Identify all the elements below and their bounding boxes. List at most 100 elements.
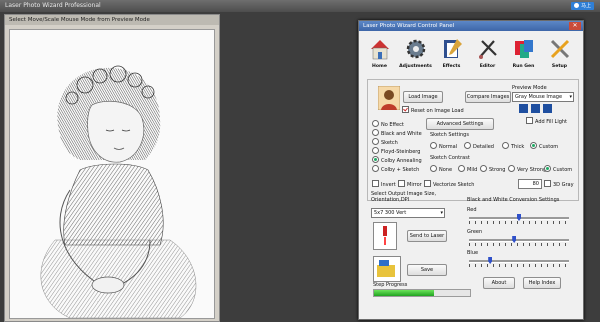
toolbar-home[interactable]: Home <box>363 35 396 75</box>
checkbox-box <box>402 106 409 113</box>
radio-dot <box>544 165 551 172</box>
checkbox-box <box>424 180 431 187</box>
effect-option[interactable]: No Effect <box>372 120 404 128</box>
effect-label: Floyd-Steinberg <box>381 149 421 155</box>
sketch-option-label: Custom <box>539 144 559 150</box>
preview-canvas[interactable] <box>9 29 215 319</box>
blue-slider[interactable] <box>469 257 569 267</box>
effect-label: No Effect <box>381 122 404 128</box>
effect-label: Black and White <box>381 131 422 137</box>
toolbar-run-gen[interactable]: Run Gen <box>507 35 540 75</box>
step-progress-bar <box>373 289 471 297</box>
red-label: Red <box>467 207 477 213</box>
effects-icon <box>443 39 462 58</box>
radio-dot <box>372 165 379 172</box>
radio-dot <box>430 165 437 172</box>
contrast-option[interactable]: Very Strong <box>508 165 546 173</box>
add-fill-light-label: Add Fill Light <box>535 119 568 125</box>
books-icon <box>514 40 533 58</box>
contrast-option-label: Mild <box>467 167 478 173</box>
sketch-photo <box>40 65 197 318</box>
contrast-option[interactable]: None <box>430 165 452 173</box>
effect-label: Colby Annealing <box>381 158 422 164</box>
effect-option[interactable]: Floyd-Steinberg <box>372 147 420 155</box>
progress-fill <box>374 290 434 296</box>
checkbox-box <box>372 180 379 187</box>
output-size-select[interactable]: 5x7 300 Vert ▾ <box>371 208 445 218</box>
mirror-label: Mirror <box>407 182 422 188</box>
radio-dot <box>372 129 379 136</box>
preview-mode-value: Gray Mouse Image <box>515 94 563 100</box>
step-progress-label: Step Progress <box>373 282 408 288</box>
red-slider[interactable] <box>469 214 569 224</box>
compare-images-button[interactable]: Compare Images <box>465 91 511 103</box>
effect-option[interactable]: Black and White <box>372 129 422 137</box>
preview-window: Select Move/Scale Mouse Mode from Previe… <box>4 14 220 322</box>
radio-dot <box>464 142 471 149</box>
sketch-option[interactable]: Detailed <box>464 142 494 150</box>
green-slider[interactable] <box>469 236 569 246</box>
sketch-option-label: Detailed <box>473 144 494 150</box>
radio-dot <box>502 142 509 149</box>
invert-checkbox[interactable]: Invert <box>372 180 396 188</box>
sketch-option[interactable]: Custom <box>530 142 558 150</box>
toolbar-adjustments[interactable]: Adjustments <box>399 35 432 75</box>
invert-label: Invert <box>381 182 396 188</box>
close-button[interactable]: ✕ <box>569 22 581 30</box>
scale-mode-icon[interactable] <box>543 104 552 113</box>
contrast-option[interactable]: Custom <box>544 165 572 173</box>
toolbar-editor[interactable]: Editor <box>471 35 504 75</box>
about-button[interactable]: About <box>483 277 515 289</box>
help-index-button[interactable]: Help Index <box>523 277 561 289</box>
contrast-option-label: Strong <box>489 167 506 173</box>
effect-option[interactable]: Colby Annealing <box>372 156 422 164</box>
contrast-option-label: Custom <box>553 167 573 173</box>
sketch-option-label: Thick <box>511 144 525 150</box>
radio-dot <box>372 156 379 163</box>
tools-icon <box>550 39 569 59</box>
sketch-option[interactable]: Normal <box>430 142 457 150</box>
toolbar-setup[interactable]: Setup <box>543 35 576 75</box>
radio-dot <box>372 138 379 145</box>
add-fill-light-checkbox[interactable]: Add Fill Light <box>526 117 567 125</box>
reset-on-load-label: Reset on Image Load <box>411 108 464 114</box>
laser-icon <box>373 222 397 250</box>
toolbar-effects[interactable]: Effects <box>435 35 468 75</box>
home-mode-icon[interactable] <box>519 104 528 113</box>
effect-label: Colby + Sketch <box>381 167 420 173</box>
gear-icon <box>406 39 425 59</box>
sketch-value-input[interactable]: 80 <box>518 179 542 189</box>
top-link[interactable]: 马上 <box>570 2 594 10</box>
toolbar-label: Run Gen <box>512 64 535 69</box>
radio-dot <box>372 147 379 154</box>
contrast-option-label: None <box>439 167 453 173</box>
home-icon <box>370 40 389 60</box>
radio-dot <box>372 120 379 127</box>
chevron-down-icon: ▾ <box>569 94 572 100</box>
person-icon <box>378 86 400 110</box>
sketch-option[interactable]: Thick <box>502 142 524 150</box>
load-image-button[interactable]: Load Image <box>403 91 443 103</box>
link-icon <box>573 3 579 8</box>
save-button[interactable]: Save <box>407 264 447 276</box>
preview-mode-select[interactable]: Gray Mouse Image ▾ <box>512 92 574 102</box>
sketch-contrast-title: Sketch Contrast <box>430 155 470 161</box>
bw-conversion-title: Black and White Conversion Settings <box>467 197 560 203</box>
output-size-value: 5x7 300 Vert <box>374 210 407 216</box>
sketch-option-label: Normal <box>439 144 458 150</box>
send-to-laser-button[interactable]: Send to Laser <box>407 230 447 242</box>
effect-option[interactable]: Colby + Sketch <box>372 165 419 173</box>
vectorize-checkbox[interactable]: Vectorize Sketch <box>424 180 474 188</box>
3d-gray-checkbox[interactable]: 3D Gray <box>544 180 574 188</box>
radio-dot <box>508 165 515 172</box>
mirror-checkbox[interactable]: Mirror <box>398 180 422 188</box>
contrast-option[interactable]: Strong <box>480 165 505 173</box>
toolbar-label: Home <box>372 64 387 69</box>
image-settings-group: Load Image Compare Images Reset on Image… <box>367 79 579 201</box>
effect-option[interactable]: Sketch <box>372 138 398 146</box>
toolbar-label: Setup <box>551 64 568 69</box>
reset-on-load-checkbox[interactable]: Reset on Image Load <box>402 106 464 114</box>
contrast-option[interactable]: Mild <box>458 165 477 173</box>
advanced-settings-button[interactable]: Advanced Settings <box>426 118 494 130</box>
move-mode-icon[interactable] <box>531 104 540 113</box>
